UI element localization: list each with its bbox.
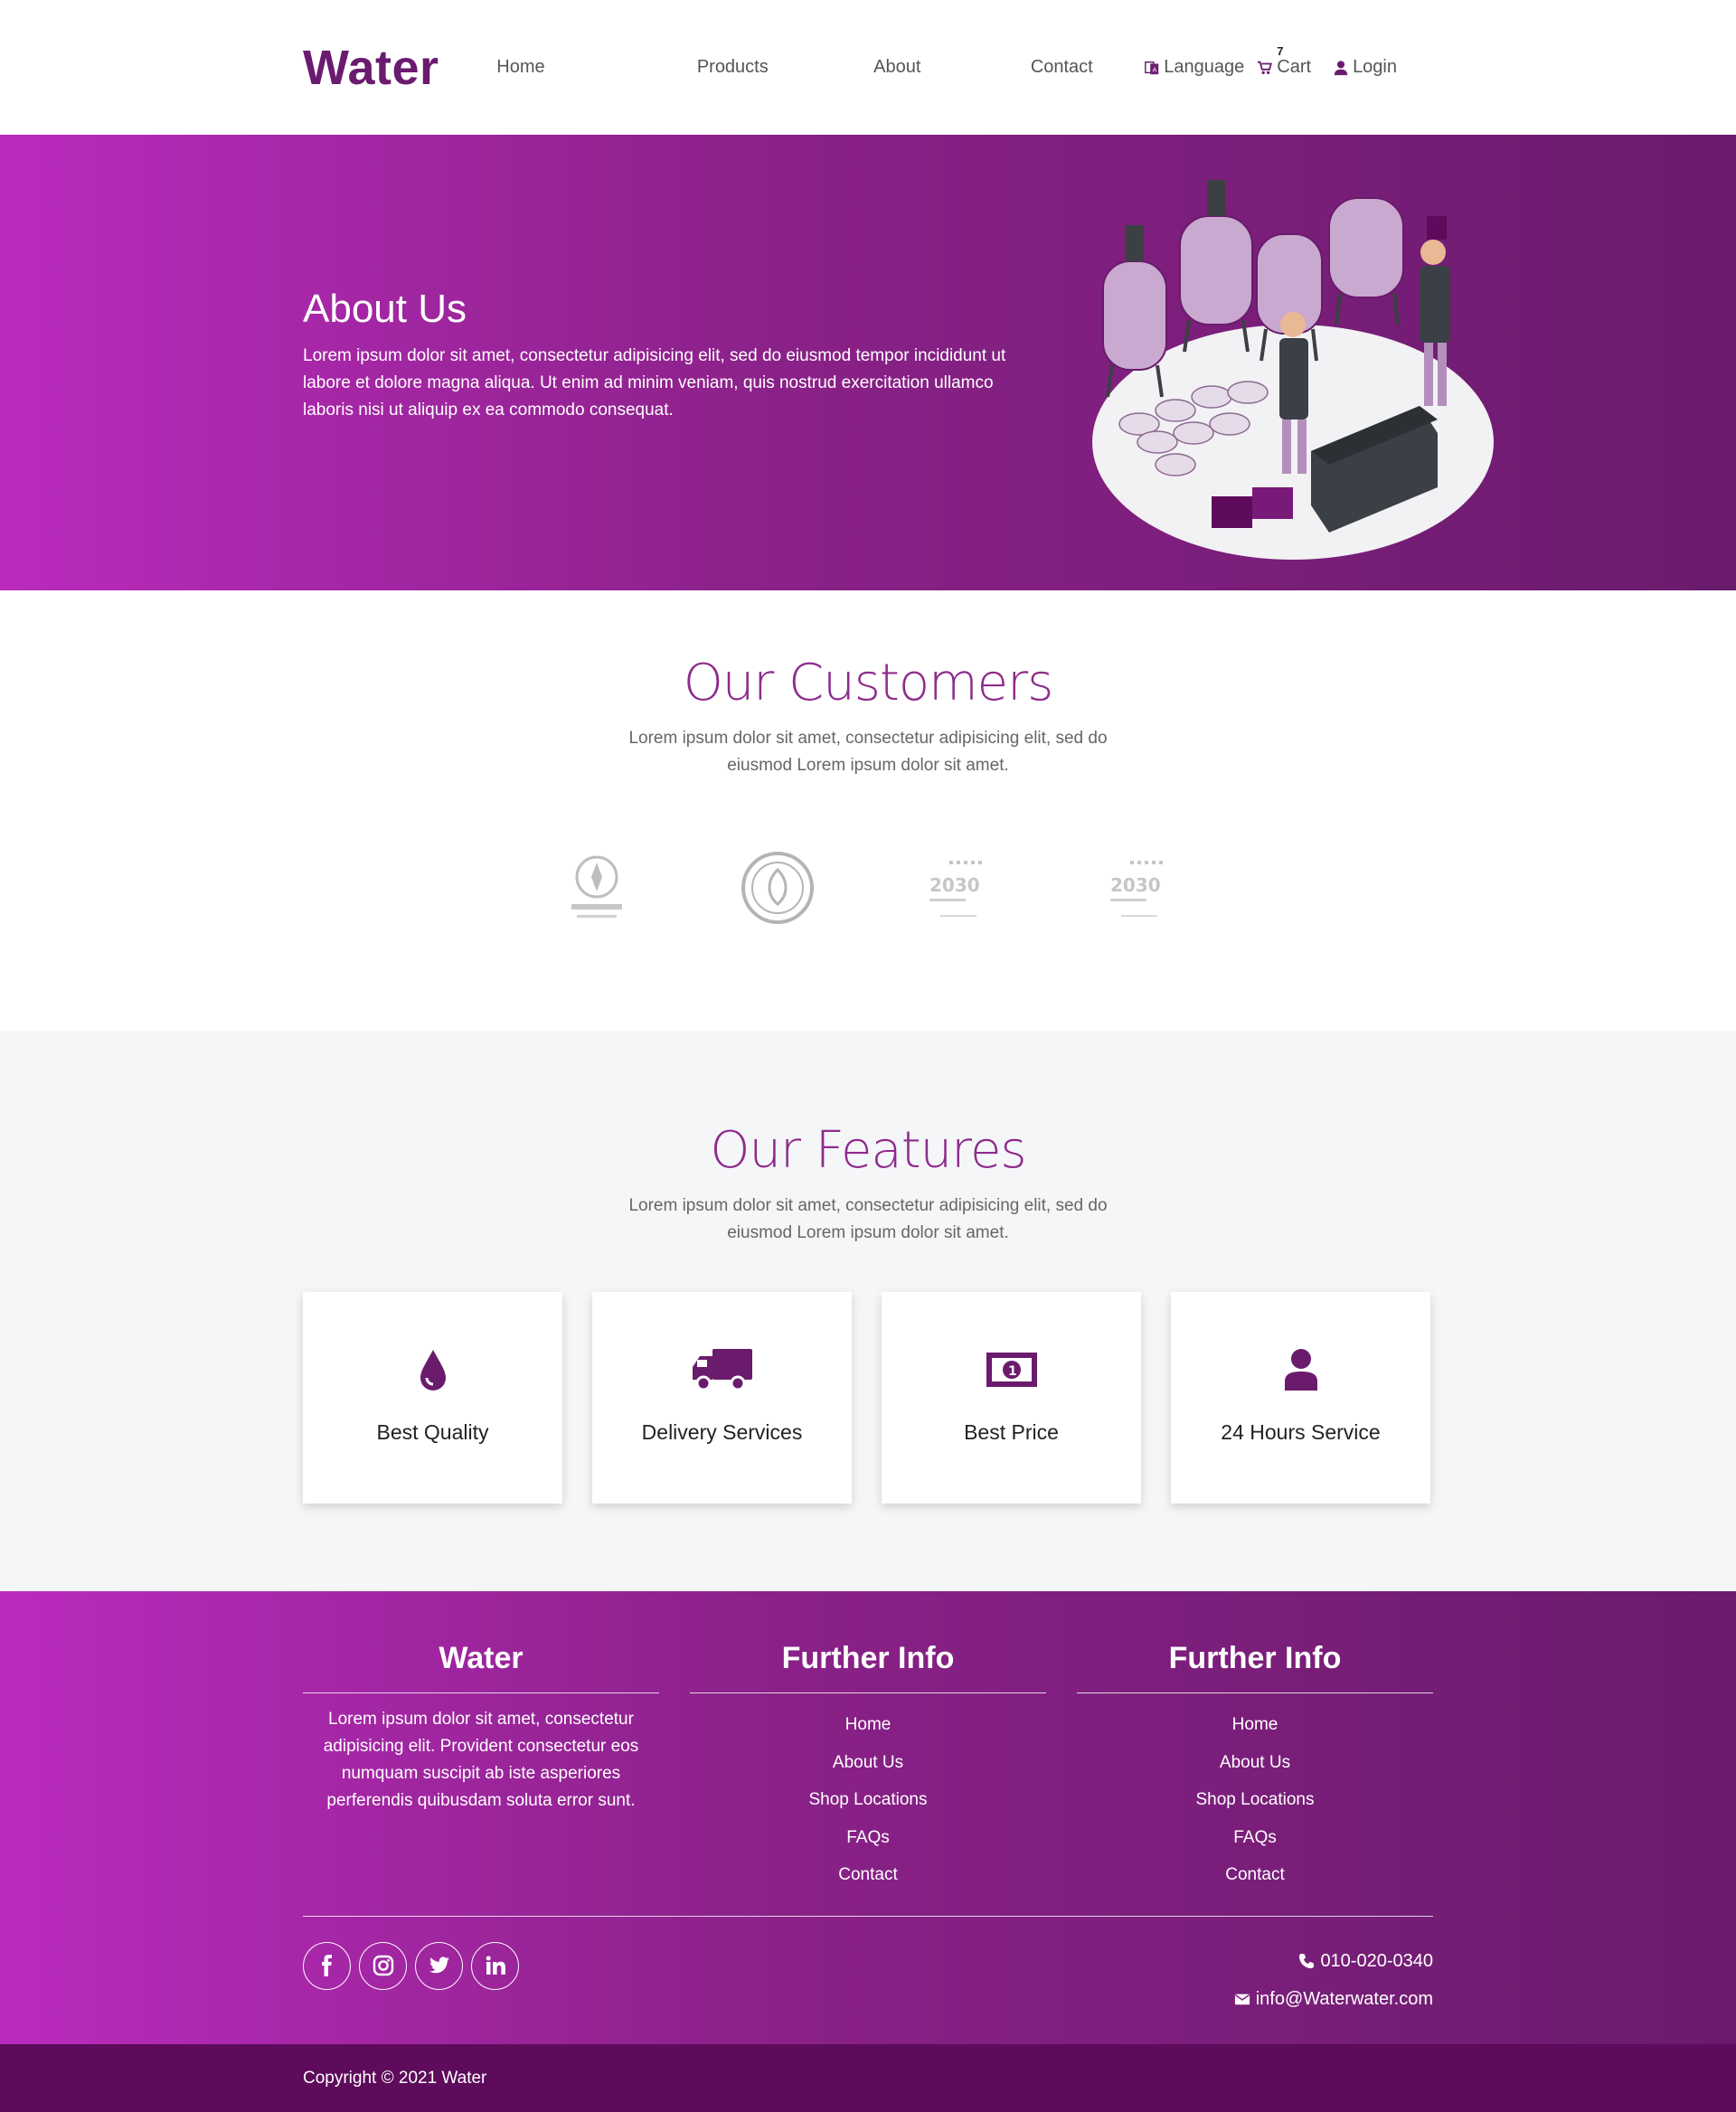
- footer-about: Water Lorem ipsum dolor sit amet, consec…: [303, 1641, 659, 1894]
- round-seal-logo: [741, 852, 814, 924]
- footer-link-home[interactable]: Home: [1077, 1706, 1433, 1744]
- user-icon: [1334, 60, 1348, 75]
- feature-label: Best Price: [964, 1420, 1059, 1444]
- brewery-illustration: [1092, 180, 1494, 560]
- copyright-bar: Copyright © 2021 Water: [0, 2044, 1736, 2112]
- footer-divider: [303, 1915, 1433, 1917]
- features-subtitle: Lorem ipsum dolor sit amet, consectetur …: [628, 1196, 1108, 1242]
- svg-text:A: A: [1153, 65, 1157, 73]
- vision-2030-logo: 2030: [1110, 861, 1163, 917]
- feature-cards: Best Quality Delivery Services 1 Best Pr…: [303, 1292, 1433, 1504]
- language-icon: A: [1145, 61, 1159, 74]
- cart-button[interactable]: 7 Cart: [1257, 44, 1312, 78]
- email-row: info@Waterwater.com: [1234, 1980, 1433, 2018]
- phone-number[interactable]: 010-020-0340: [1320, 1942, 1433, 1980]
- truck-icon: [692, 1349, 752, 1391]
- footer-link-contact[interactable]: Contact: [690, 1856, 1046, 1894]
- nav-link-contact[interactable]: Contact: [979, 57, 1144, 78]
- email-address[interactable]: info@Waterwater.com: [1256, 1980, 1433, 2018]
- nav-link-home[interactable]: Home: [496, 57, 650, 78]
- features-title: Our Features: [710, 1121, 1026, 1180]
- footer-link-home[interactable]: Home: [690, 1706, 1046, 1744]
- feature-label: Delivery Services: [641, 1420, 803, 1444]
- contact-info: 010-020-0340 info@Waterwater.com: [1234, 1942, 1433, 2018]
- nav-actions: A Language 7 Cart Login: [1144, 44, 1397, 78]
- footer-link-about[interactable]: About Us: [690, 1744, 1046, 1782]
- cart-label: Cart: [1277, 57, 1312, 77]
- vision-2030-logo: 2030: [929, 861, 982, 917]
- footer-col-title: Further Info: [1077, 1641, 1433, 1693]
- cart-count-badge: 7: [1277, 44, 1284, 58]
- feature-card-delivery: Delivery Services: [592, 1292, 852, 1504]
- ministry-of-defense-logo: [571, 855, 622, 918]
- hero-title: About Us: [303, 287, 467, 331]
- feature-card-quality: Best Quality: [303, 1292, 562, 1504]
- hero-paragraph: Lorem ipsum dolor sit amet, consectetur …: [303, 346, 1006, 420]
- feature-card-24h: 24 Hours Service: [1171, 1292, 1430, 1504]
- linkedin-icon: [486, 1956, 505, 1975]
- footer-link-faqs[interactable]: FAQs: [1077, 1819, 1433, 1857]
- footer-link-faqs[interactable]: FAQs: [690, 1819, 1046, 1857]
- login-label: Login: [1353, 57, 1397, 77]
- customers-title: Our Customers: [683, 654, 1054, 712]
- footer-further-info-2: Further Info Home About Us Shop Location…: [1077, 1641, 1433, 1894]
- instagram-icon: [373, 1955, 393, 1976]
- envelope-icon: [1234, 1994, 1250, 2004]
- navbar: Water Home Products About Contact A Lang…: [0, 0, 1736, 135]
- footer-link-contact[interactable]: Contact: [1077, 1856, 1433, 1894]
- facebook-icon: [321, 1955, 332, 1976]
- svg-text:2030: 2030: [1110, 874, 1161, 896]
- footer-further-info-1: Further Info Home About Us Shop Location…: [690, 1641, 1046, 1894]
- nav-link-about[interactable]: About: [815, 57, 979, 78]
- hero-text: About Us Lorem ipsum dolor sit amet, con…: [303, 287, 1035, 424]
- facebook-link[interactable]: [303, 1941, 351, 1990]
- phone-row: 010-020-0340: [1234, 1942, 1433, 1980]
- login-button[interactable]: Login: [1333, 57, 1397, 78]
- money-bill-icon: 1: [986, 1353, 1037, 1387]
- main-nav: Home Products About Contact: [496, 57, 1144, 78]
- footer: Water Lorem ipsum dolor sit amet, consec…: [0, 1591, 1736, 2044]
- footer-link-shop-locations[interactable]: Shop Locations: [1077, 1781, 1433, 1819]
- social-links: [303, 1941, 519, 2018]
- twitter-icon: [429, 1956, 449, 1974]
- copyright-text: Copyright © 2021 Water: [303, 2068, 487, 2088]
- nav-link-products[interactable]: Products: [650, 57, 815, 78]
- user-icon: [1284, 1349, 1317, 1391]
- footer-col-title: Further Info: [690, 1641, 1046, 1693]
- svg-text:1: 1: [1008, 1364, 1017, 1379]
- language-button[interactable]: A Language: [1144, 57, 1244, 78]
- footer-link-about[interactable]: About Us: [1077, 1744, 1433, 1782]
- customers-section: Our Customers Lorem ipsum dolor sit amet…: [0, 590, 1736, 1031]
- feature-card-price: 1 Best Price: [882, 1292, 1141, 1504]
- svg-text:2030: 2030: [929, 874, 980, 896]
- customer-logos: 2030 2030: [0, 852, 1736, 924]
- brand-logo[interactable]: Water: [303, 40, 469, 96]
- feature-label: Best Quality: [376, 1420, 489, 1444]
- twitter-link[interactable]: [415, 1941, 463, 1990]
- footer-about-text: Lorem ipsum dolor sit amet, consectetur …: [323, 1710, 639, 1810]
- linkedin-link[interactable]: [471, 1941, 519, 1990]
- features-section: Our Features Lorem ipsum dolor sit amet,…: [0, 1031, 1736, 1591]
- droplet-icon: [420, 1350, 446, 1391]
- phone-icon: [1299, 1953, 1315, 1968]
- feature-label: 24 Hours Service: [1221, 1420, 1381, 1444]
- footer-link-shop-locations[interactable]: Shop Locations: [690, 1781, 1046, 1819]
- cart-icon: [1258, 61, 1273, 74]
- footer-about-title: Water: [303, 1641, 659, 1693]
- about-hero: About Us Lorem ipsum dolor sit amet, con…: [0, 135, 1736, 590]
- language-label: Language: [1164, 57, 1245, 77]
- instagram-link[interactable]: [359, 1941, 407, 1990]
- customers-subtitle: Lorem ipsum dolor sit amet, consectetur …: [628, 729, 1108, 775]
